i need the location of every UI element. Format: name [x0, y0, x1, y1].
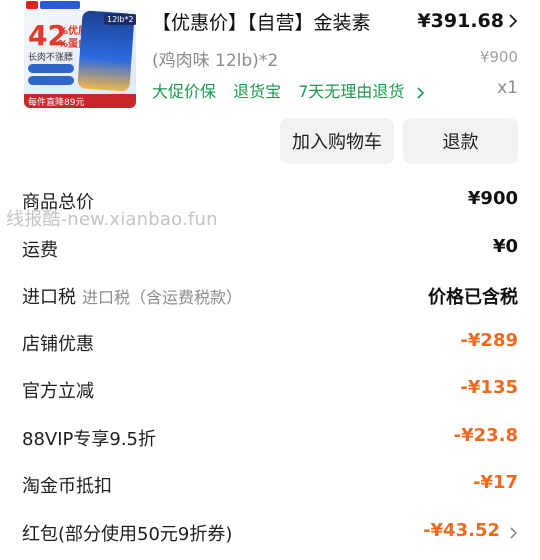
summary-row-official-discount: 官方立减 -¥135	[22, 377, 518, 405]
store-tag	[26, 1, 38, 9]
summary-label: 进口税 进口税（含运费税款）	[22, 283, 242, 309]
summary-label: 店铺优惠	[22, 334, 94, 355]
summary-label: 淘金币抵扣	[22, 476, 112, 497]
summary-row-coins: 淘金币抵扣 -¥17	[22, 472, 518, 500]
summary-label: 官方立减	[22, 381, 94, 402]
image-badge: 12lb*2	[104, 14, 136, 25]
paid-price: ¥391.68	[417, 10, 504, 32]
summary-label: 88VIP专享9.5折	[22, 429, 157, 450]
service-tags[interactable]: 大促价保 退货宝 7天无理由退货	[152, 78, 425, 102]
image-pill-2	[28, 76, 74, 85]
summary-label: 运费	[22, 240, 58, 261]
summary-value: ¥0	[492, 236, 518, 257]
add-to-cart-button[interactable]: 加入购物车	[280, 118, 394, 164]
refund-button[interactable]: 退款	[403, 118, 518, 164]
summary-value: -¥43.52	[423, 520, 500, 541]
quantity: x1	[497, 78, 518, 98]
product-image[interactable]: 42 %优质高 %蛋白 长肉不涨膘 12lb*2 每件直降89元	[24, 0, 136, 108]
summary-value: -¥17	[472, 472, 518, 493]
service-price-protect: 大促价保	[152, 82, 217, 101]
summary-row-import-tax: 进口税 进口税（含运费税款） 价格已含税	[22, 283, 518, 311]
order-item[interactable]: 42 %优质高 %蛋白 长肉不涨膘 12lb*2 每件直降89元 【优惠价】【自…	[0, 0, 540, 112]
summary-row-red-packet[interactable]: 红包(部分使用50元9折券) -¥43.52	[22, 520, 518, 548]
service-return-insurance: 退货宝	[233, 82, 282, 101]
image-promo-strip: 每件直降89元	[24, 94, 136, 108]
chevron-right-icon[interactable]	[508, 14, 518, 28]
chevron-right-icon[interactable]	[509, 526, 518, 540]
image-text-3: 长肉不涨膘	[28, 53, 74, 63]
summary-value: -¥23.8	[453, 425, 518, 446]
product-spec: (鸡肉味 12lb)*2	[152, 51, 279, 71]
summary-label-text: 进口税	[22, 287, 76, 308]
summary-value: -¥135	[460, 377, 518, 398]
summary-label: 红包(部分使用50元9折券)	[22, 524, 233, 545]
summary-row-shipping: 运费 ¥0	[22, 236, 518, 264]
image-promo-text: 每件直降89元	[28, 98, 85, 108]
product-title[interactable]: 【优惠价】【自营】金装素	[152, 8, 371, 35]
summary-row-subtotal: 商品总价 ¥900	[22, 188, 518, 216]
summary-row-88vip: 88VIP专享9.5折 -¥23.8	[22, 425, 518, 453]
summary-row-store-discount: 店铺优惠 -¥289	[22, 330, 518, 358]
summary-value: 价格已含税	[428, 287, 518, 308]
summary-value: -¥289	[460, 330, 518, 351]
chevron-right-icon	[416, 86, 424, 99]
original-price: ¥900	[479, 48, 518, 66]
summary-sublabel: 进口税（含运费税款）	[82, 288, 243, 307]
tmall-intl-tag	[40, 1, 80, 9]
summary-label: 商品总价	[22, 192, 94, 213]
service-7day-return: 7天无理由退货	[298, 82, 405, 101]
image-pill-1	[28, 64, 74, 73]
summary-value: ¥900	[467, 188, 518, 209]
